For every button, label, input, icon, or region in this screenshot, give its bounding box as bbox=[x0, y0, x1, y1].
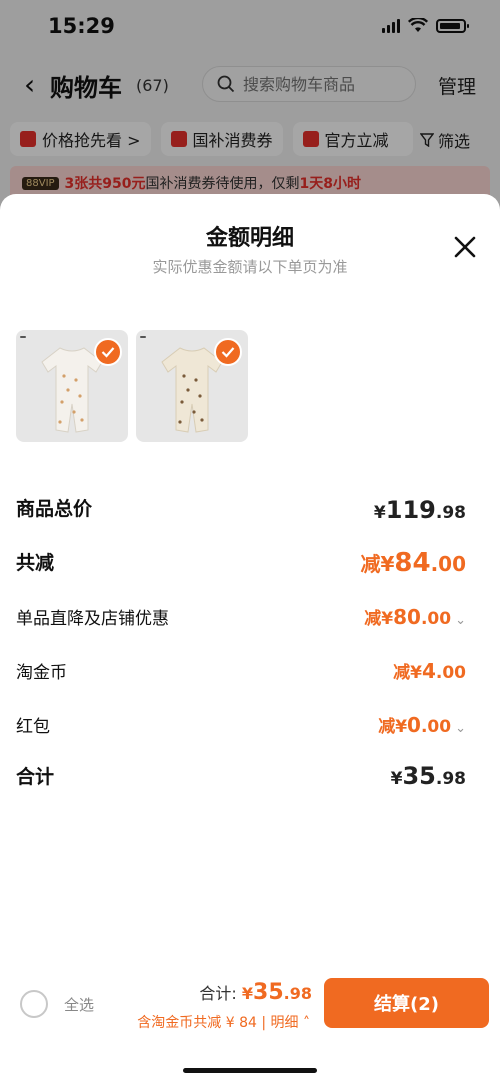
row-label: 商品总价 bbox=[16, 498, 93, 520]
chevron-down-icon[interactable]: ⌄ bbox=[455, 613, 466, 628]
discount-detail-link[interactable]: 含淘金币共减 ¥ 84 | 明细 ˄ bbox=[137, 1012, 310, 1032]
product-tag bbox=[20, 336, 26, 338]
row-label: 红包 bbox=[16, 717, 50, 737]
row-label: 共减 bbox=[16, 552, 55, 574]
product-tag bbox=[140, 336, 146, 338]
row-amount: 减¥80.00 ⌄ bbox=[364, 605, 466, 629]
total-label: 合计: bbox=[199, 984, 237, 1003]
select-all-label[interactable]: 全选 bbox=[64, 994, 94, 1015]
row-label: 单品直降及店铺优惠 bbox=[16, 609, 169, 629]
sheet-title: 金额明细 bbox=[205, 226, 294, 251]
row-label: 合计 bbox=[16, 766, 55, 788]
row-amount: 减¥84.00 bbox=[360, 548, 466, 578]
row-label: 淘金币 bbox=[16, 663, 67, 683]
checkout-bar: 全选 合计: ¥35.98 含淘金币共减 ¥ 84 | 明细 ˄ 结算(2) bbox=[0, 970, 500, 1081]
row-amount: ¥35.98 bbox=[390, 762, 466, 790]
row-amount: 减¥4.00 bbox=[393, 659, 466, 683]
product-thumbnail[interactable] bbox=[16, 330, 128, 442]
sheet-subtitle: 实际优惠金额请以下单页为准 bbox=[152, 258, 348, 276]
row-amount: 减¥0.00 ⌄ bbox=[378, 713, 466, 737]
chevron-down-icon[interactable]: ⌄ bbox=[455, 721, 466, 736]
checkmark-icon[interactable] bbox=[94, 338, 122, 366]
product-thumbnails bbox=[16, 330, 248, 442]
total-summary: 合计: ¥35.98 bbox=[199, 980, 312, 1005]
amount-detail-sheet: 金额明细 实际优惠金额请以下单页为准 商品总价 ¥119.98 共减 减¥84.… bbox=[0, 194, 500, 1081]
product-thumbnail[interactable] bbox=[136, 330, 248, 442]
row-amount: ¥119.98 bbox=[373, 496, 466, 524]
select-all-radio[interactable] bbox=[20, 990, 48, 1018]
checkmark-icon[interactable] bbox=[214, 338, 242, 366]
chevron-up-icon: ˄ bbox=[298, 1015, 310, 1031]
home-indicator bbox=[183, 1068, 317, 1073]
checkout-button[interactable]: 结算(2) bbox=[324, 978, 489, 1028]
close-icon[interactable] bbox=[452, 234, 478, 260]
